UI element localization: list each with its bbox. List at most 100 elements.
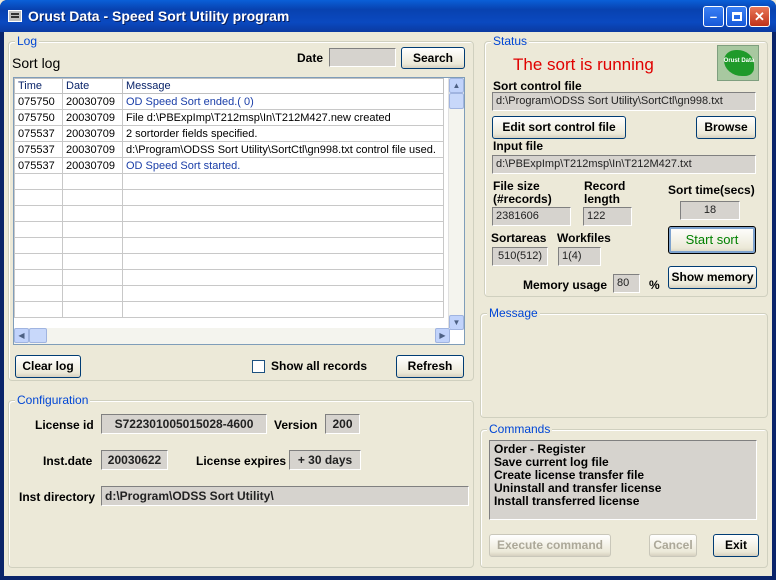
record-length-label: Record: [584, 179, 626, 193]
start-sort-button[interactable]: Start sort: [668, 226, 756, 254]
hscroll-thumb[interactable]: [29, 328, 47, 343]
license-expires-label: License expires: [196, 454, 287, 468]
exit-button[interactable]: Exit: [713, 534, 759, 557]
log-table-grid: Time Date Message 075750 20030709 OD Speed…: [14, 78, 444, 318]
table-row[interactable]: 075537 20030709 OD Speed Sort started.: [14, 157, 444, 174]
memory-unit: %: [649, 278, 660, 292]
close-icon: ✕: [754, 9, 765, 24]
message-group-title: Message: [487, 306, 540, 320]
maximize-button[interactable]: [726, 6, 747, 27]
scroll-thumb[interactable]: [449, 93, 464, 109]
sortareas-field: 510(512): [492, 247, 548, 266]
empty-cell: [14, 237, 63, 254]
record-length-field: 122: [583, 207, 632, 226]
cell-time: 075537: [14, 125, 63, 142]
edit-sort-control-button[interactable]: Edit sort control file: [492, 116, 626, 139]
date-label: Date: [297, 51, 324, 65]
message-group: Message: [480, 306, 768, 418]
cell-message: 2 sortorder fields specified.: [122, 125, 444, 142]
cell-date: 20030709: [62, 93, 123, 110]
empty-cell: [14, 301, 63, 318]
cell-date: 20030709: [62, 141, 123, 158]
input-file-label: Input file: [493, 139, 543, 153]
empty-cell: [62, 285, 123, 302]
sort-time-label: Sort time(secs): [668, 183, 755, 197]
cell-time: 075537: [14, 141, 63, 158]
empty-cell: [14, 173, 63, 190]
scroll-right-icon[interactable]: ▶: [435, 328, 450, 343]
scroll-up-icon[interactable]: ▲: [449, 78, 464, 93]
refresh-button[interactable]: Refresh: [396, 355, 464, 378]
configuration-group: Configuration License id S72230100501502…: [8, 393, 474, 568]
empty-cell: [62, 253, 123, 270]
empty-cell: [122, 269, 444, 286]
empty-table-row: [14, 269, 444, 286]
commands-group: Commands Order - Register Save current l…: [480, 422, 768, 568]
command-item[interactable]: Install transferred license: [494, 495, 752, 508]
table-row[interactable]: 075750 20030709 File d:\PBExpImp\T212msp\I…: [14, 109, 444, 126]
sortareas-label: Sortareas: [491, 231, 547, 245]
empty-table-row: [14, 189, 444, 206]
cell-time: 075750: [14, 109, 63, 126]
memory-usage-field: 80: [613, 274, 640, 293]
empty-table-row: [14, 285, 444, 302]
cell-date: 20030709: [62, 157, 123, 174]
column-header-date[interactable]: Date: [62, 78, 123, 94]
empty-table-row: [14, 253, 444, 270]
cell-message: File d:\PBExpImp\T212msp\In\T212M427.new…: [122, 109, 444, 126]
empty-cell: [122, 253, 444, 270]
clear-log-button[interactable]: Clear log: [15, 355, 81, 378]
date-input[interactable]: [329, 48, 396, 67]
empty-cell: [14, 189, 63, 206]
empty-cell: [14, 253, 63, 270]
cancel-button[interactable]: Cancel: [649, 534, 697, 557]
close-button[interactable]: ✕: [749, 6, 770, 27]
workfiles-label: Workfiles: [557, 231, 611, 245]
minimize-button[interactable]: –: [703, 6, 724, 27]
search-button[interactable]: Search: [401, 47, 465, 69]
empty-cell: [62, 301, 123, 318]
empty-cell: [14, 269, 63, 286]
configuration-group-title: Configuration: [15, 393, 91, 407]
commands-list[interactable]: Order - Register Save current log file C…: [489, 440, 757, 520]
record-length-sublabel: length: [584, 192, 620, 206]
empty-table-row: [14, 205, 444, 222]
vertical-scrollbar[interactable]: ▲ ▼: [448, 78, 464, 330]
cell-message: OD Speed Sort ended.( 0): [122, 93, 444, 110]
file-size-label: File size: [493, 179, 540, 193]
app-window: Orust Data - Speed Sort Utility program …: [0, 0, 776, 580]
inst-date-label: Inst.date: [43, 454, 93, 468]
empty-table-row: [14, 221, 444, 238]
client-area: Log Sort log Date Search Time Date Messa…: [4, 32, 772, 576]
execute-command-button[interactable]: Execute command: [489, 534, 611, 557]
log-table[interactable]: Time Date Message 075750 20030709 OD Speed…: [13, 77, 465, 345]
file-size-sublabel: (#records): [493, 192, 552, 206]
empty-cell: [122, 237, 444, 254]
empty-cell: [62, 205, 123, 222]
empty-cell: [62, 237, 123, 254]
show-memory-button[interactable]: Show memory: [668, 266, 757, 289]
empty-cell: [122, 221, 444, 238]
empty-cell: [62, 269, 123, 286]
license-expires-field: + 30 days: [289, 450, 361, 470]
show-all-checkbox[interactable]: [252, 360, 265, 373]
browse-button[interactable]: Browse: [696, 116, 756, 139]
scroll-down-icon[interactable]: ▼: [449, 315, 464, 330]
cell-date: 20030709: [62, 125, 123, 142]
scroll-left-icon[interactable]: ◀: [14, 328, 29, 343]
empty-table-row: [14, 173, 444, 190]
cell-time: 075750: [14, 93, 63, 110]
sort-time-field: 18: [680, 201, 740, 220]
show-all-label[interactable]: Show all records: [271, 359, 367, 373]
orust-logo: Orust Data: [717, 45, 759, 81]
table-row[interactable]: 075537 20030709 2 sortorder fields specifi…: [14, 125, 444, 142]
cell-date: 20030709: [62, 109, 123, 126]
table-row[interactable]: 075750 20030709 OD Speed Sort ended.( 0): [14, 93, 444, 110]
log-group: Log Sort log Date Search Time Date Messa…: [8, 34, 474, 381]
column-header-time[interactable]: Time: [14, 78, 63, 94]
empty-cell: [14, 285, 63, 302]
table-row[interactable]: 075537 20030709 d:\Program\ODSS Sort Utili…: [14, 141, 444, 158]
title-bar[interactable]: Orust Data - Speed Sort Utility program …: [0, 0, 776, 32]
horizontal-scrollbar[interactable]: ◀ ▶: [14, 328, 450, 344]
column-header-message[interactable]: Message: [122, 78, 444, 94]
